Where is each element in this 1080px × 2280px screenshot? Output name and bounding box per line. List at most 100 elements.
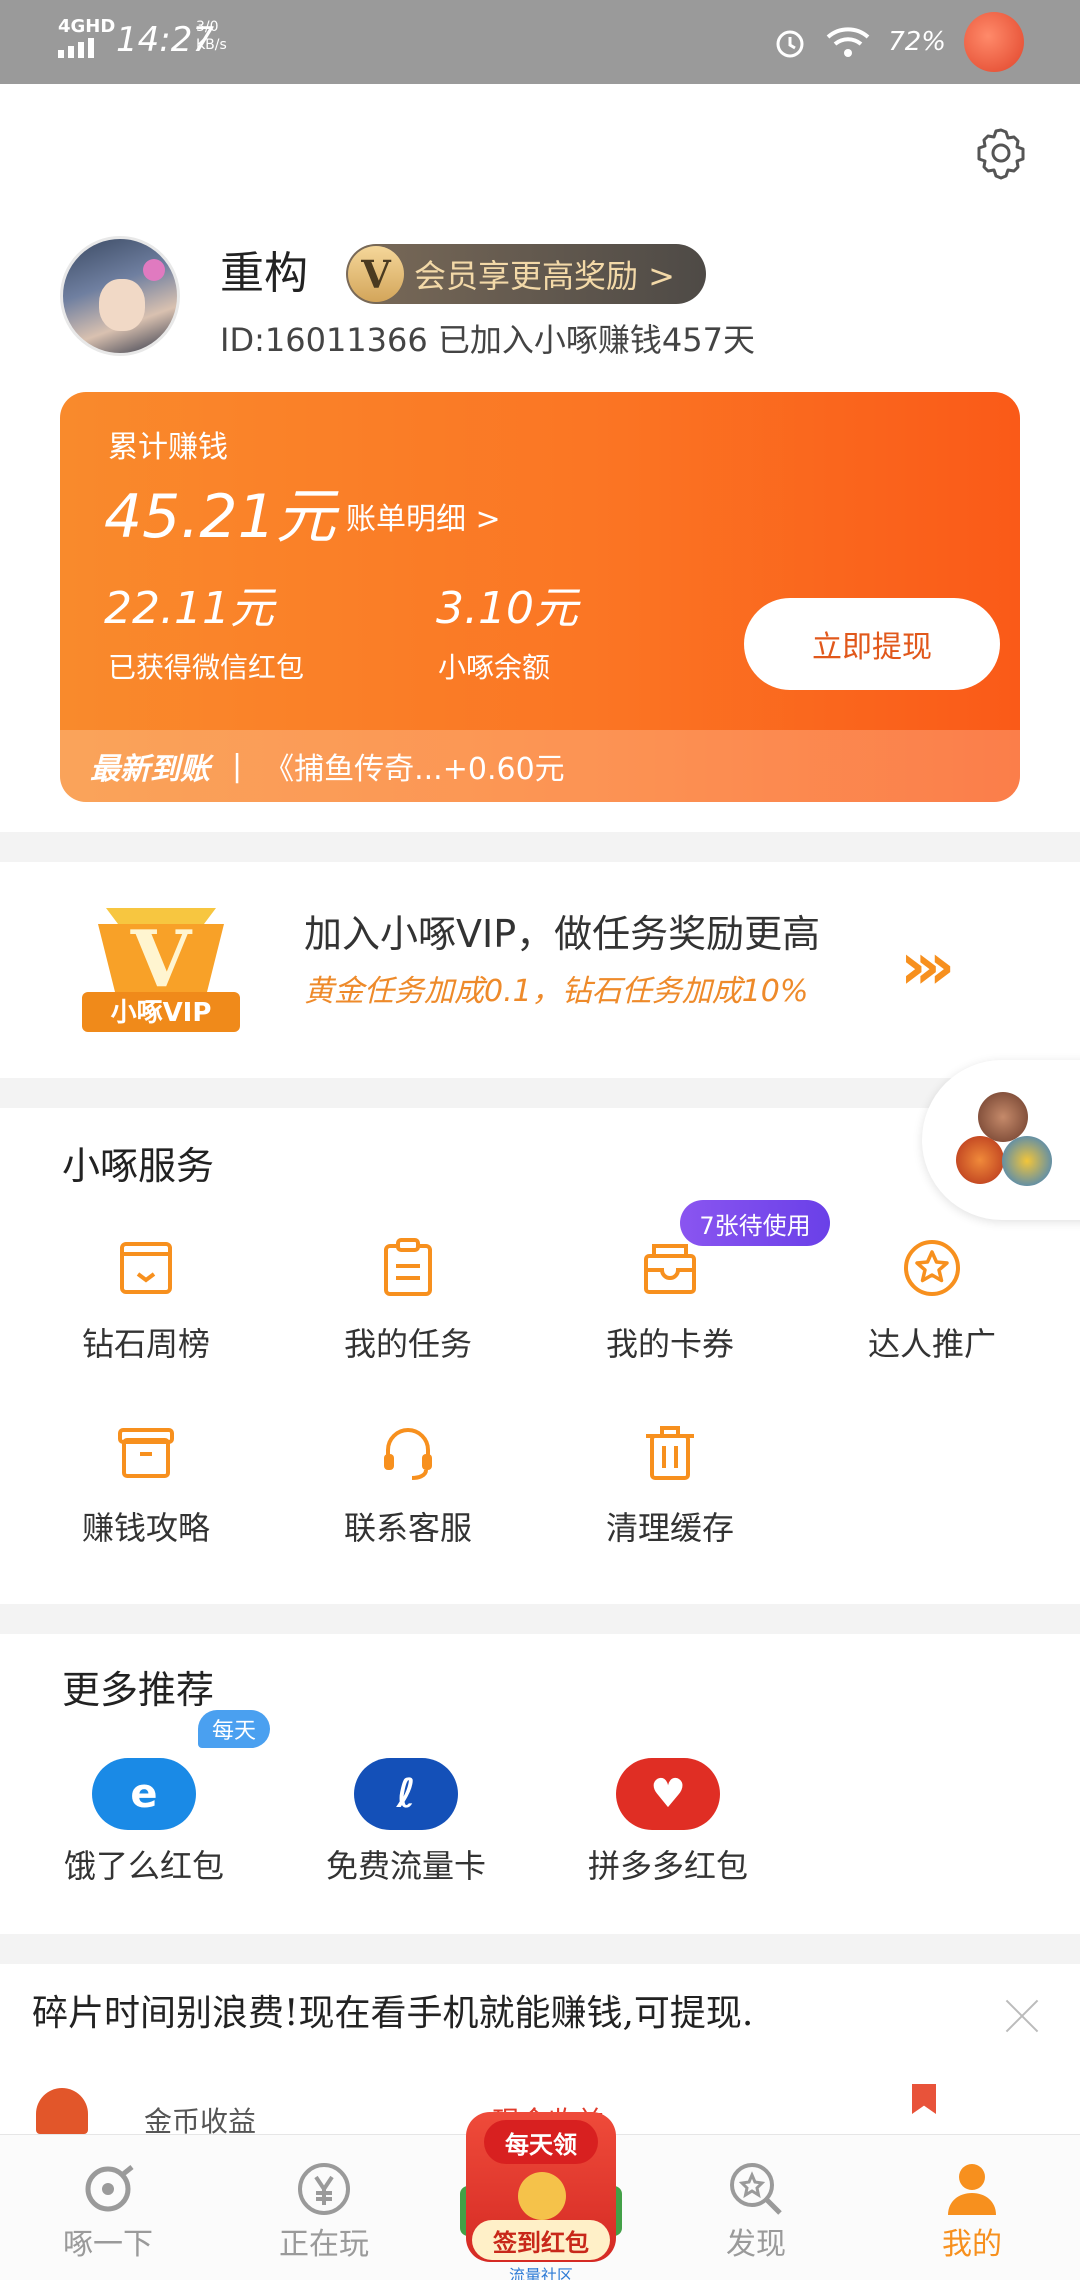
signin-redpack-button[interactable]: 每天领 签到红包 流量社区 [460, 2112, 622, 2280]
battery-text: 72% [888, 27, 946, 57]
promo-text: 碎片时间别浪费!现在看手机就能赚钱,可提现. [32, 1993, 754, 2034]
telecom-icon: ℓ [354, 1758, 458, 1830]
app-label: 饿了么红包 [63, 1847, 224, 1885]
service-label: 我的任务 [343, 1325, 472, 1363]
app-label: 拼多多红包 [587, 1847, 748, 1885]
bill-detail-link[interactable]: 账单明细 > [346, 500, 501, 540]
status-bar: 4GHD 14:27 3/0 KB/s 72% [0, 0, 1080, 84]
wechat-redpack-label: 已获得微信红包 [108, 651, 305, 684]
app-label: 免费流量卡 [325, 1847, 486, 1885]
star-badge-icon [904, 1240, 960, 1296]
box-icon [118, 1428, 174, 1478]
discover-icon [730, 2163, 782, 2215]
game-avatar-icon [978, 1092, 1028, 1142]
service-promoter[interactable]: 达人推广 [832, 1236, 1032, 1376]
vip-banner[interactable]: V 小啄VIP 加入小啄VIP，做任务奖励更高 黄金任务加成0.1，钻石任务加成… [0, 862, 1080, 1078]
withdraw-button[interactable]: 立即提现 [744, 598, 1000, 690]
settings-gear-icon[interactable] [972, 124, 1030, 182]
profile-icon [948, 2164, 996, 2215]
profile-header: 重构 V 会员享更高奖励 > ID:16011366 已加入小啄赚钱457天 累… [0, 84, 1080, 832]
earnings-card: 累计赚钱 45.21元 账单明细 > 22.11元 已获得微信红包 3.10元 … [60, 392, 1020, 802]
trash-icon [646, 1426, 694, 1480]
vip-v-icon: V [348, 246, 404, 302]
yuan-icon [298, 2163, 350, 2215]
headset-icon [384, 1428, 432, 1480]
game-avatar-icon [1002, 1136, 1052, 1186]
services-section: 小啄服务 钻石周榜 我的任务 我的卡券 达人推广 7张待使用 赚钱攻略 联系客服 [0, 1108, 1080, 1604]
services-title: 小啄服务 [62, 1144, 215, 1188]
status-avatar [964, 12, 1024, 72]
redpack-signin-label: 签到红包 [472, 2220, 610, 2260]
alarm-icon [776, 30, 804, 58]
network-indicator: 4GHD [58, 16, 116, 37]
latest-arrival-ticker[interactable]: 最新到账 | 《捕鱼传奇...+0.60元 [60, 730, 1020, 802]
balance-value: 3.10元 [436, 583, 578, 634]
nav-label: 我的 [942, 2227, 1002, 2262]
service-customer-support[interactable]: 联系客服 [308, 1420, 508, 1560]
nav-discover[interactable]: 发现 [656, 2135, 856, 2280]
wifi-icon [826, 27, 870, 57]
nav-label: 正在玩 [279, 2227, 369, 2262]
balance-label: 小啄余额 [438, 651, 551, 684]
eleme-icon: e [92, 1758, 196, 1830]
network-speed: 3/0 KB/s [196, 19, 227, 53]
service-clear-cache[interactable]: 清理缓存 [570, 1420, 770, 1560]
more-recommend-section: 更多推荐 每天 e 饿了么红包 ℓ 免费流量卡 ♥ 拼多多红包 [0, 1634, 1080, 1934]
service-label: 钻石周榜 [81, 1325, 210, 1363]
coin-bowl-icon [36, 2088, 88, 2134]
app-eleme-redpack[interactable]: e 饿了么红包 [34, 1758, 254, 1888]
service-label: 赚钱攻略 [81, 1509, 210, 1547]
user-id-line: ID:16011366 已加入小啄赚钱457天 [220, 321, 755, 359]
game-avatar-icon [956, 1136, 1004, 1184]
service-diamond-rank[interactable]: 钻石周榜 [46, 1236, 246, 1376]
signal-icon [58, 38, 94, 58]
vip-badge-text: 小啄VIP [111, 998, 212, 1028]
page: 4GHD 14:27 3/0 KB/s 72% 重构 V 会员享更高奖励 > I… [0, 0, 1080, 2280]
earnings-label: 累计赚钱 [108, 430, 228, 465]
promo-strip[interactable]: 碎片时间别浪费!现在看手机就能赚钱,可提现. 金币收益 现金收益 [0, 1964, 1080, 2138]
vip-member-pill[interactable]: V 会员享更高奖励 > [346, 244, 706, 304]
clipboard-icon [384, 1238, 432, 1296]
vip-banner-subtitle: 黄金任务加成0.1，钻石任务加成10% [304, 974, 809, 1009]
ticker-separator: | [232, 748, 243, 784]
avatar[interactable] [60, 236, 180, 356]
nav-mine[interactable]: 我的 [872, 2135, 1072, 2280]
earnings-total: 45.21元 [104, 482, 336, 552]
redpack-daily-label: 每天领 [484, 2120, 598, 2164]
envelope-icon [120, 1242, 172, 1294]
username: 重构 [220, 248, 308, 299]
ticket-box-icon [644, 1244, 696, 1294]
coin-icon [518, 2172, 566, 2220]
nav-peck[interactable]: 啄一下 [8, 2135, 208, 2280]
service-my-tasks[interactable]: 我的任务 [308, 1236, 508, 1376]
nav-playing[interactable]: 正在玩 [224, 2135, 424, 2280]
service-label: 联系客服 [343, 1509, 472, 1547]
nav-label: 发现 [726, 2227, 786, 2262]
wechat-redpack-value: 22.11元 [104, 583, 274, 634]
nav-label: 啄一下 [63, 2227, 153, 2262]
coupon-pending-badge: 7张待使用 [680, 1200, 830, 1246]
floating-game-bubble[interactable] [922, 1060, 1080, 1220]
pinduoduo-icon: ♥ [616, 1758, 720, 1830]
service-earn-guide[interactable]: 赚钱攻略 [46, 1420, 246, 1560]
service-label: 清理缓存 [605, 1509, 734, 1547]
app-pinduoduo-redpack[interactable]: ♥ 拼多多红包 [558, 1758, 778, 1888]
vip-badge-letter: V [130, 914, 193, 1005]
redpack-caption: 流量社区 [508, 2266, 573, 2280]
close-icon[interactable] [1004, 1998, 1040, 2034]
ticker-text: 《捕鱼传奇...+0.60元 [264, 752, 565, 787]
ticker-tag: 最新到账 [90, 752, 210, 787]
service-label: 我的卡券 [605, 1325, 734, 1363]
triple-arrow-icon: ››› [900, 930, 955, 1004]
app-free-data-card[interactable]: ℓ 免费流量卡 [296, 1758, 516, 1888]
service-my-coupons[interactable]: 我的卡券 [570, 1236, 770, 1376]
peck-icon [85, 2165, 134, 2212]
bookmark-icon [912, 2084, 936, 2114]
more-title: 更多推荐 [62, 1668, 215, 1712]
daily-badge: 每天 [198, 1710, 270, 1748]
service-label: 达人推广 [867, 1325, 996, 1363]
vip-badge-icon: V 小啄VIP [82, 908, 240, 1032]
vip-banner-title: 加入小啄VIP，做任务奖励更高 [304, 912, 821, 956]
vip-pill-label: 会员享更高奖励 > [414, 257, 675, 295]
status-right: 72% [772, 12, 1024, 72]
